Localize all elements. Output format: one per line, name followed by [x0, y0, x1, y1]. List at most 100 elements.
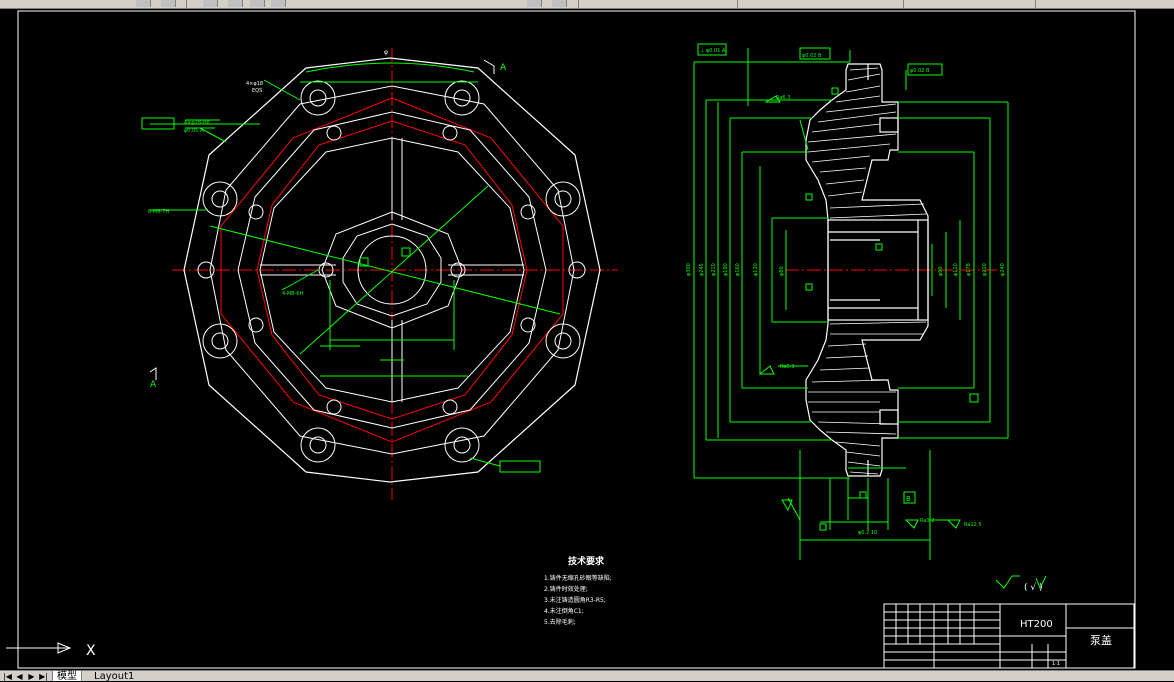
drawing-entity: [835, 95, 881, 103]
drawing-entity: [829, 213, 927, 219]
drawing-entity: [845, 85, 881, 93]
toolbar-button[interactable]: [250, 0, 265, 7]
svg-text:φ: φ: [384, 49, 388, 56]
drawing-entity: [969, 393, 979, 403]
drawing-border: [17, 10, 1136, 669]
drawing-entity: [811, 123, 881, 133]
toolbar-separator: [578, 0, 579, 8]
drawing-entity: [554, 190, 572, 208]
svg-text:Ra3.2: Ra3.2: [920, 518, 934, 524]
svg-text:A: A: [500, 63, 507, 73]
drawing-entity: [545, 181, 581, 217]
svg-text:φ0.05 A: φ0.05 A: [184, 128, 204, 134]
svg-text:φ210: φ210: [711, 263, 717, 276]
toolbar-button[interactable]: [552, 0, 567, 7]
drawing-entity: [817, 111, 897, 123]
svg-text:Ra6.3: Ra6.3: [780, 364, 794, 370]
drawing-entity: [211, 332, 229, 350]
toolbar-separator: [737, 0, 738, 8]
toolbar-button[interactable]: [527, 0, 542, 7]
svg-text:φ240: φ240: [1000, 263, 1006, 276]
drawing-entity: [149, 367, 157, 380]
toolbar-separator: [903, 0, 904, 8]
drawing-entity: [849, 67, 879, 71]
drawing-entity: [469, 457, 501, 467]
tech-note-item: 5.去除毛刺;: [544, 618, 576, 626]
svg-text:4×φ18: 4×φ18: [246, 81, 263, 87]
drawing-entity: [995, 575, 1020, 589]
svg-text:φ130: φ130: [753, 263, 759, 276]
drawing-entity: [263, 79, 301, 101]
drawing-entity: [835, 441, 881, 447]
toolbar-separator: [1035, 0, 1036, 8]
drawing-entity: [946, 519, 961, 529]
section-view: ⊥ φ0.01 A φ0.02 B φ0.02 B Ra6.3 Ra6.3 Ra…: [686, 43, 1047, 590]
drawing-entity: [805, 193, 813, 201]
drawing-entity: [401, 247, 411, 257]
drawing-entity: [811, 155, 871, 163]
svg-text:8-M8-7H: 8-M8-7H: [148, 209, 169, 215]
drawing-entity: [211, 190, 229, 208]
material-label: HT200: [1020, 619, 1053, 630]
drawing-entity: [787, 497, 801, 521]
drawing-entity: [817, 421, 897, 425]
technical-notes: 技术要求 1.铸件无缩孔砂眼等缺陷; 2.铸件时效处理; 3.未注铸造圆角R3-…: [544, 555, 612, 626]
drawing-entity: [819, 367, 871, 371]
drawing-entity: [849, 471, 879, 475]
svg-text:φ245: φ245: [699, 263, 705, 276]
drawing-entity: [758, 365, 775, 375]
drawing-entity: [811, 379, 889, 383]
svg-text:φ0.02 B: φ0.02 B: [802, 53, 822, 59]
svg-text:φ0.02 B: φ0.02 B: [910, 68, 930, 74]
section-hatching: [807, 67, 927, 475]
svg-text:φ160: φ160: [735, 263, 741, 276]
front-view: φ 4×φ18 EQS 4×φ18-H8 φ0.05 A 8-M8-7H 4-M…: [141, 48, 618, 500]
drawing-entity: [845, 451, 881, 457]
drawing-entity: [326, 125, 342, 141]
section-dimensions: [693, 43, 1047, 590]
tech-note-item: 4.未注倒角C1;: [544, 607, 584, 615]
svg-text:4×φ18-H8: 4×φ18-H8: [184, 120, 210, 126]
drawing-entity: [281, 269, 319, 291]
drawing-entity: [483, 59, 495, 74]
drawing-entity: [875, 243, 883, 251]
drawing-entity: [819, 523, 827, 531]
drawing-entity: [859, 491, 867, 499]
roughness-note: ( √ ): [1024, 582, 1042, 593]
drawing-entity: [827, 343, 867, 347]
drawing-entity: [309, 89, 327, 107]
drawing-entity: [545, 323, 581, 359]
drawing-entity: [326, 399, 342, 415]
drawing-entity: [904, 519, 919, 529]
drawing-entity: [442, 125, 458, 141]
drawing-entity: [554, 332, 572, 350]
svg-text:A: A: [150, 380, 157, 390]
svg-text:φ300: φ300: [686, 263, 692, 276]
toolbar-button[interactable]: [271, 0, 286, 7]
drawing-entity: [444, 427, 480, 463]
svg-text:φ210: φ210: [982, 263, 988, 276]
drawing-entity: [300, 427, 336, 463]
svg-text:B: B: [906, 495, 911, 503]
svg-text:Ra12.5: Ra12.5: [964, 522, 982, 528]
cad-drawing[interactable]: φ 4×φ18 EQS 4×φ18-H8 φ0.05 A 8-M8-7H 4-M…: [0, 9, 1174, 670]
drawing-entity: [499, 460, 541, 473]
drawing-entity: [202, 323, 238, 359]
svg-text:φ190: φ190: [723, 263, 729, 276]
svg-text:EQS: EQS: [252, 88, 262, 94]
drawing-entity: [831, 87, 839, 95]
toolbar-button[interactable]: [203, 0, 218, 7]
tech-note-item: 2.铸件时效处理;: [544, 585, 588, 593]
drawing-entity: [879, 409, 899, 425]
drawing-entity: [805, 283, 813, 291]
scale-value: 1:1: [1052, 661, 1060, 667]
drawing-entity: [847, 73, 881, 81]
ucs-icon: [6, 642, 72, 654]
drawing-entity: [442, 399, 458, 415]
toolbar-button[interactable]: [228, 0, 243, 7]
toolbar-button[interactable]: [136, 0, 151, 7]
drawing-entity: [781, 499, 793, 512]
svg-text:⊥ φ0.01 A: ⊥ φ0.01 A: [700, 48, 726, 54]
ucs-x-label: X: [86, 643, 96, 659]
toolbar-button[interactable]: [161, 0, 176, 7]
